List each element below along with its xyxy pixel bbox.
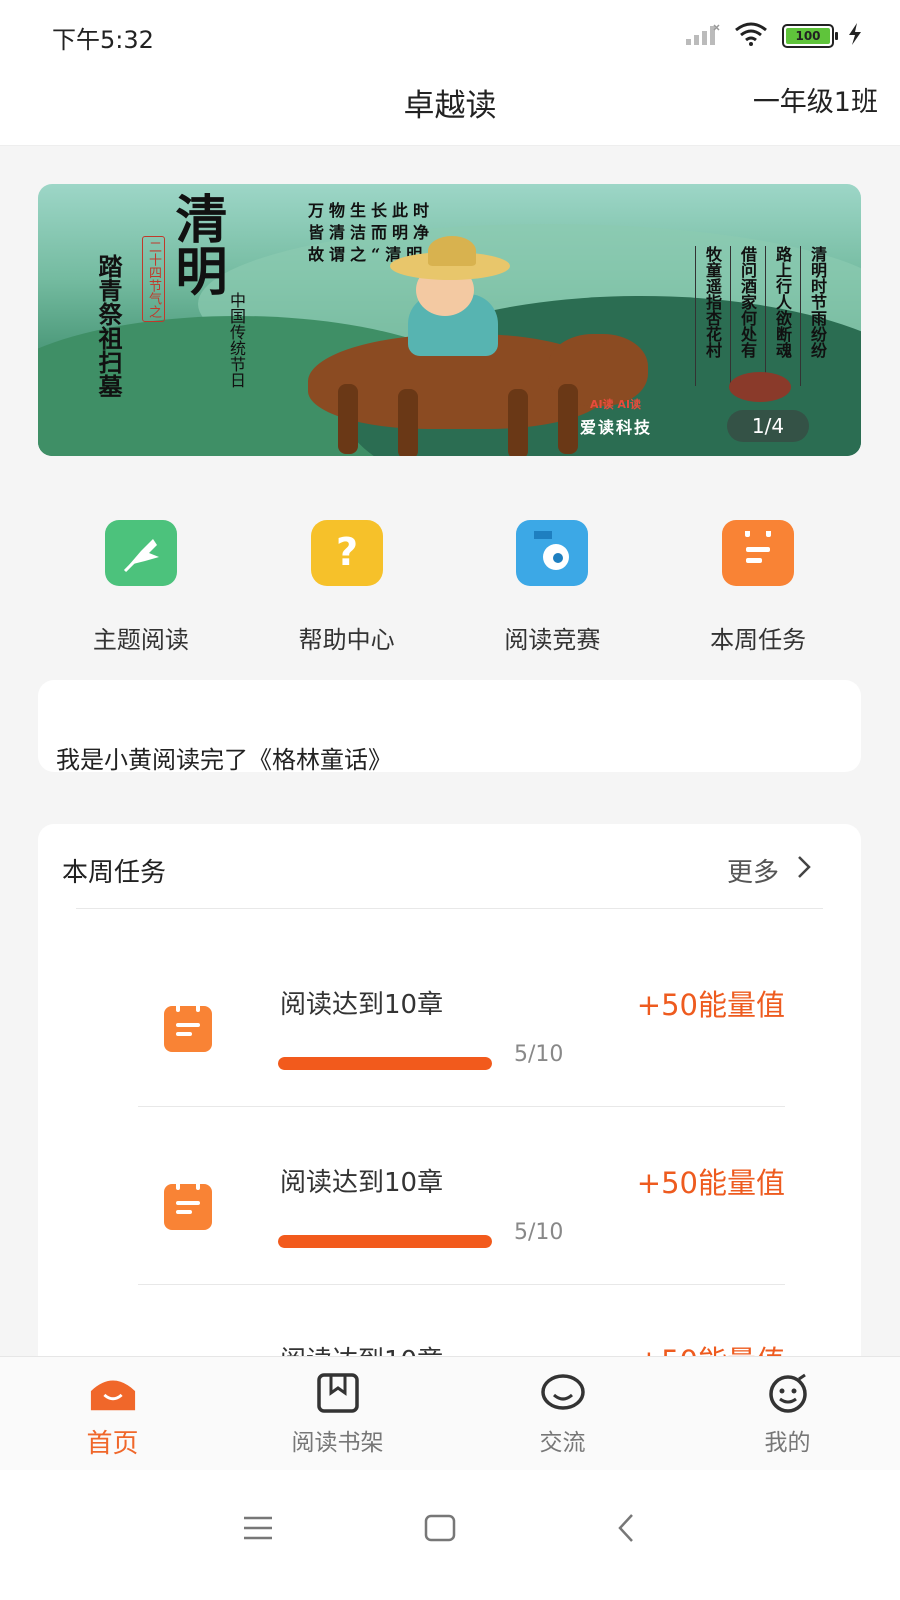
wifi-icon: [734, 22, 768, 50]
class-selector[interactable]: 一年级1班: [753, 80, 878, 119]
task-calendar-icon: [164, 1182, 212, 1230]
banner-brand: 爱读科技: [580, 418, 653, 437]
charging-icon: [848, 23, 862, 49]
task-progress-bar: [278, 1057, 492, 1070]
status-time: 下午5:32: [52, 26, 154, 54]
tab-label: 阅读书架: [291, 1430, 384, 1456]
task-name: 阅读达到10章: [280, 990, 444, 1020]
bottom-tab-bar: 首页 阅读书架 交流 我的: [0, 1356, 900, 1470]
task-progress-bar: [278, 1235, 492, 1248]
more-label: 更多: [726, 858, 779, 888]
chat-icon: [539, 1371, 587, 1415]
task-reward: +50能量值: [636, 1166, 785, 1200]
task-progress-fill: [278, 1057, 492, 1070]
task-row[interactable]: 阅读达到10章 +50能量值 5/10: [38, 914, 861, 1092]
quick-action-label: 帮助中心: [298, 626, 395, 654]
brand-logo: AI读 AI读: [590, 398, 642, 411]
banner-ox-leg: [558, 384, 578, 454]
quick-action-theme-reading[interactable]: 主题阅读: [38, 520, 244, 670]
banner-poem-column: 牧童遥指杏花村: [695, 246, 722, 386]
banner-ox-leg: [398, 389, 418, 456]
app-header: 卓越读 一年级1班: [0, 70, 900, 146]
home-icon: [89, 1371, 137, 1415]
divider: [76, 908, 823, 909]
chevron-right-icon: [797, 855, 811, 886]
banner-poem-line: 皆清洁而明净: [308, 223, 435, 242]
menu-icon[interactable]: [228, 1498, 288, 1558]
banner-poem-line: 万物生长此时: [308, 201, 435, 220]
svg-text:?: ?: [336, 530, 358, 574]
section-title: 本周任务: [62, 858, 167, 888]
banner-subtitle: 中国传统节日: [227, 292, 246, 388]
home-button-icon[interactable]: [410, 1498, 470, 1558]
task-progress-fill: [278, 1235, 492, 1248]
help-center-icon: ?: [310, 520, 383, 586]
task-count: 5/10: [514, 1042, 564, 1067]
banner-poem-column: 借问酒家何处有: [730, 246, 757, 386]
banner-ox-leg: [508, 389, 528, 456]
task-calendar-icon: [164, 1004, 212, 1052]
system-navigation-bar: [0, 1470, 900, 1600]
quick-action-label: 阅读竞赛: [504, 626, 601, 654]
banner-teapot: [729, 372, 791, 402]
tab-label: 交流: [539, 1430, 586, 1456]
tab-home[interactable]: 首页: [0, 1357, 225, 1470]
weekly-task-icon: [722, 520, 795, 586]
banner-left-text: 踏青祭祖扫墓: [94, 254, 123, 398]
banner-poem-column: 清明时节雨纷纷: [800, 246, 827, 386]
tab-label: 我的: [764, 1430, 811, 1456]
reading-contest-icon: [516, 520, 589, 586]
banner-carousel[interactable]: 清明 二十四节气之 踏青祭祖扫墓 中国传统节日 万物生长此时 皆清洁而明净 故谓…: [38, 184, 861, 456]
carousel-indicator: 1/4: [727, 410, 809, 442]
tab-label: 首页: [86, 1429, 139, 1459]
weekly-tasks-card: 本周任务 更多 阅读达到10章 +50能量值 5/10 阅读达到10章 +50能…: [38, 824, 861, 1384]
task-row[interactable]: 阅读达到10章 +50能量值 5/10: [38, 1092, 861, 1270]
signal-icon: [686, 23, 720, 49]
banner-vertical-poem: 清明时节雨纷纷 路上行人欲断魂 借问酒家何处有 牧童遥指杏花村: [695, 246, 827, 386]
quick-action-weekly-task[interactable]: 本周任务: [655, 520, 861, 670]
quick-action-label: 本周任务: [710, 626, 807, 654]
task-reward: +50能量值: [636, 988, 785, 1022]
tab-chat[interactable]: 交流: [450, 1357, 675, 1470]
theme-reading-icon: [104, 520, 177, 586]
battery-level: 100: [786, 28, 830, 44]
banner-ox-leg: [338, 384, 358, 454]
quick-action-label: 主题阅读: [92, 626, 189, 654]
battery-icon: 100: [782, 24, 838, 48]
banner-straw-hat-top: [428, 236, 476, 266]
notice-text: 我是小黄阅读完了《格林童话》: [56, 746, 392, 774]
banner-poem-column: 路上行人欲断魂: [765, 246, 792, 386]
banner-title: 清明: [166, 192, 227, 296]
banner-solar-term: 二十四节气之: [142, 236, 165, 322]
more-link[interactable]: 更多: [727, 852, 811, 889]
task-count: 5/10: [514, 1220, 564, 1245]
quick-action-help-center[interactable]: ? 帮助中心: [244, 520, 450, 670]
status-bar: 下午5:32 100: [0, 0, 900, 70]
task-name: 阅读达到10章: [280, 1168, 444, 1198]
tab-bookshelf[interactable]: 阅读书架: [225, 1357, 450, 1470]
reading-notice[interactable]: 我是小黄阅读完了《格林童话》: [38, 680, 861, 774]
bookshelf-icon: [314, 1371, 362, 1415]
profile-icon: [764, 1371, 812, 1415]
status-icons: 100: [686, 22, 862, 50]
quick-action-reading-contest[interactable]: 阅读竞赛: [450, 520, 656, 670]
tab-profile[interactable]: 我的: [675, 1357, 900, 1470]
quick-actions: 主题阅读 ? 帮助中心 阅读竞赛 本周任务: [38, 520, 861, 670]
back-icon[interactable]: [596, 1498, 656, 1558]
